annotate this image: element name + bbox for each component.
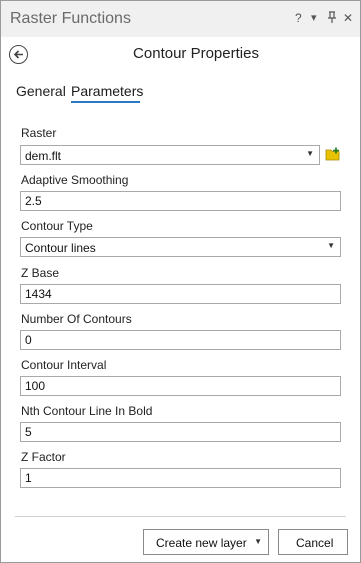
pane-titlebar: Raster Functions ? ▾ ✕ [1,1,360,37]
active-tab-indicator [71,101,140,103]
adaptive-smoothing-label: Adaptive Smoothing [21,173,129,187]
z-base-field[interactable] [20,284,341,304]
footer-divider [15,516,346,517]
chevron-down-icon[interactable]: ▼ [254,537,262,546]
create-new-layer-label: Create new layer [156,536,247,550]
cancel-button[interactable]: Cancel [278,529,348,555]
z-factor-label: Z Factor [21,450,66,464]
close-icon[interactable]: ✕ [343,11,353,25]
nth-contour-bold-field[interactable] [20,422,341,442]
tab-parameters[interactable]: Parameters [71,83,143,99]
chevron-down-icon: ▼ [327,241,335,250]
contour-interval-label: Contour Interval [21,358,107,372]
help-icon[interactable]: ? [295,11,302,25]
contour-interval-field[interactable] [20,376,341,396]
tab-general[interactable]: General [16,83,66,99]
pin-icon[interactable] [327,11,337,26]
adaptive-smoothing-field[interactable] [20,191,341,211]
create-new-layer-button[interactable]: Create new layer ▼ [143,529,269,555]
raster-functions-pane: Raster Functions ? ▾ ✕ Contour Propertie… [0,0,361,563]
raster-dropdown[interactable]: dem.flt ▼ [20,145,320,165]
number-of-contours-field[interactable] [20,330,341,350]
pane-title: Raster Functions [10,10,131,27]
page-title: Contour Properties [133,45,259,62]
chevron-down-icon: ▼ [306,149,314,158]
add-folder-icon[interactable] [325,147,341,161]
z-base-label: Z Base [21,266,60,280]
nth-contour-bold-label: Nth Contour Line In Bold [21,404,153,418]
pane-menu-icon[interactable]: ▾ [311,11,317,25]
z-factor-field[interactable] [20,468,341,488]
raster-label: Raster [21,126,57,140]
raster-value: dem.flt [25,149,62,163]
cancel-label: Cancel [296,536,334,550]
contour-type-dropdown[interactable]: Contour lines ▼ [20,237,341,257]
number-of-contours-label: Number Of Contours [21,312,132,326]
contour-type-label: Contour Type [21,219,93,233]
contour-type-value: Contour lines [25,241,96,255]
